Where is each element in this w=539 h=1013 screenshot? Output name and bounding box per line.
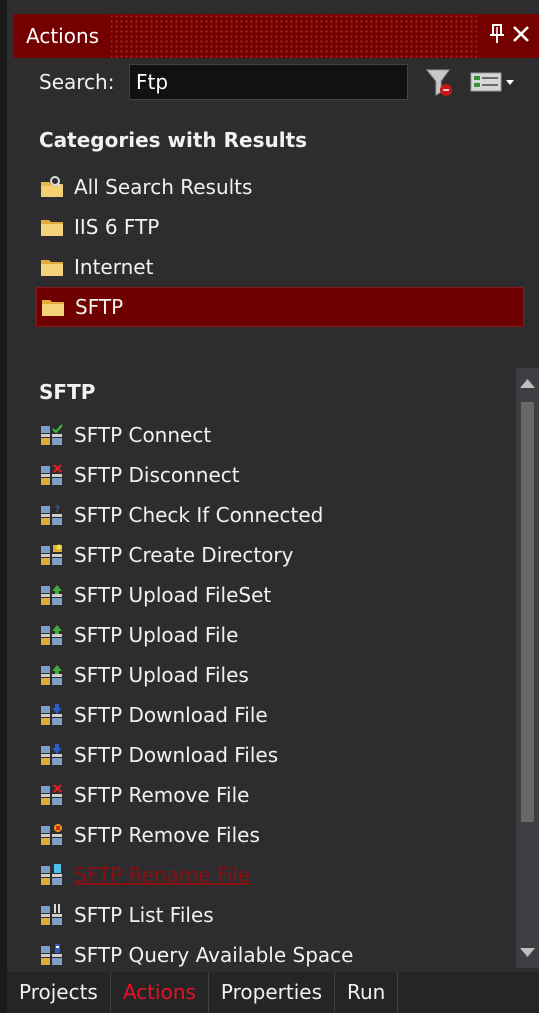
tab-properties[interactable]: Properties: [209, 972, 335, 1013]
action-sftp-list-files[interactable]: SFTP List Files: [36, 895, 524, 935]
action-label: SFTP Create Directory: [74, 543, 294, 567]
action-label: SFTP Download Files: [74, 743, 279, 767]
sftp-rename-icon: [41, 864, 62, 885]
categories-title: Categories with Results: [39, 128, 308, 152]
action-sftp-query-available-space[interactable]: SFTP Query Available Space: [36, 935, 524, 975]
action-label: SFTP Disconnect: [74, 463, 240, 487]
category-sftp[interactable]: SFTP: [36, 287, 524, 327]
sftp-disconnect-icon: [41, 464, 62, 485]
actions-section-title: SFTP: [39, 380, 96, 404]
panel-title: Actions: [14, 14, 112, 58]
action-label: SFTP Remove File: [74, 783, 250, 807]
sftp-create-directory-icon: [41, 544, 62, 565]
search-label: Search:: [39, 70, 115, 94]
scroll-up-icon[interactable]: [516, 376, 539, 390]
category-internet[interactable]: Internet: [36, 247, 524, 287]
action-sftp-connect[interactable]: SFTP Connect: [36, 415, 524, 455]
bottom-tab-bar: Projects Actions Properties Run: [7, 972, 539, 1013]
action-sftp-create-directory[interactable]: SFTP Create Directory: [36, 535, 524, 575]
action-label: SFTP Query Available Space: [74, 943, 354, 967]
folder-icon: [41, 220, 63, 236]
search-folder-icon: [41, 176, 63, 197]
action-sftp-download-files[interactable]: SFTP Download Files: [36, 735, 524, 775]
action-label: SFTP Upload File: [74, 623, 239, 647]
search-input[interactable]: [129, 64, 408, 100]
tab-run[interactable]: Run: [335, 972, 399, 1013]
action-label: SFTP Rename File: [74, 863, 251, 887]
filter-icon[interactable]: [425, 68, 454, 98]
category-label: All Search Results: [74, 175, 253, 199]
sftp-check-icon: ?: [41, 505, 62, 525]
sftp-remove-icon: [41, 784, 62, 805]
action-label: SFTP Upload Files: [74, 663, 249, 687]
action-sftp-download-file[interactable]: SFTP Download File: [36, 695, 524, 735]
vertical-scrollbar[interactable]: [516, 368, 539, 968]
action-label: SFTP Connect: [74, 423, 212, 447]
category-iis6-ftp[interactable]: IIS 6 FTP: [36, 207, 524, 247]
tab-actions[interactable]: Actions: [111, 972, 209, 1013]
search-row: Search:: [14, 58, 539, 110]
action-label: SFTP Check If Connected: [74, 503, 324, 527]
category-label: SFTP: [75, 295, 124, 319]
svg-text:?: ?: [55, 505, 60, 515]
actions-panel: Actions Search: Ftp Categories with Resu…: [7, 0, 539, 1013]
sftp-download-icon: [41, 704, 62, 725]
sftp-list-icon: [41, 904, 62, 925]
action-label: SFTP List Files: [74, 903, 214, 927]
view-options-icon[interactable]: [470, 71, 518, 93]
action-sftp-disconnect[interactable]: SFTP Disconnect: [36, 455, 524, 495]
sftp-remove-icon: [41, 824, 62, 845]
tab-projects[interactable]: Projects: [7, 972, 111, 1013]
sftp-query-icon: [41, 944, 62, 965]
title-bar[interactable]: Actions: [14, 14, 539, 58]
sftp-download-icon: [41, 744, 62, 765]
sftp-connect-icon: [41, 424, 63, 445]
action-sftp-check-if-connected[interactable]: ? SFTP Check If Connected: [36, 495, 524, 535]
action-sftp-remove-files[interactable]: SFTP Remove Files: [36, 815, 524, 855]
action-label: SFTP Download File: [74, 703, 268, 727]
action-sftp-upload-file[interactable]: SFTP Upload File: [36, 615, 524, 655]
category-label: Internet: [74, 255, 154, 279]
scroll-thumb[interactable]: [521, 402, 534, 822]
sftp-upload-icon: [41, 665, 62, 685]
category-all-search-results[interactable]: All Search Results: [36, 167, 524, 207]
action-sftp-upload-fileset[interactable]: SFTP Upload FileSet: [36, 575, 524, 615]
action-sftp-remove-file[interactable]: SFTP Remove File: [36, 775, 524, 815]
category-label: IIS 6 FTP: [74, 215, 160, 239]
action-sftp-rename-file[interactable]: SFTP Rename File: [36, 855, 524, 895]
action-label: SFTP Remove Files: [74, 823, 260, 847]
action-label: SFTP Upload FileSet: [74, 583, 272, 607]
action-sftp-upload-files[interactable]: SFTP Upload Files: [36, 655, 524, 695]
scroll-down-icon[interactable]: [516, 946, 539, 960]
folder-icon: [41, 260, 63, 276]
folder-icon: [42, 300, 64, 316]
close-icon[interactable]: [509, 24, 533, 48]
sftp-upload-icon: [41, 585, 62, 605]
sftp-upload-icon: [41, 625, 62, 645]
pin-icon[interactable]: [485, 23, 509, 49]
title-buttons: [477, 14, 539, 58]
